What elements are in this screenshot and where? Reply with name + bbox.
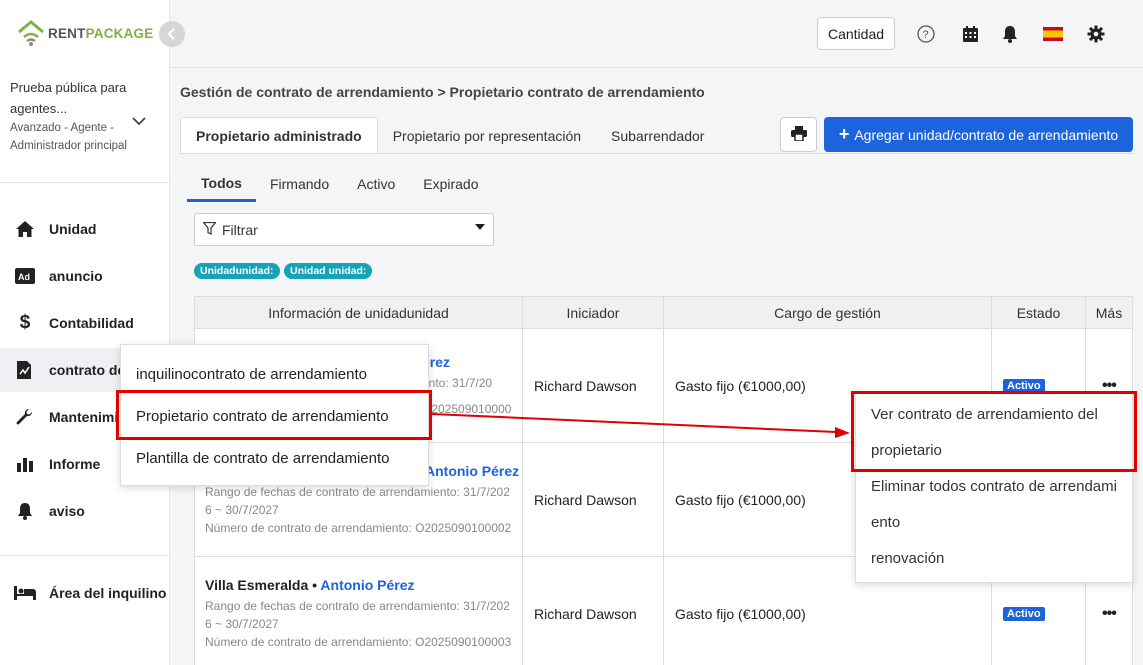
filter-tag[interactable]: Unidad unidad: [284,263,373,279]
sidebar-item-label: Área del inquilino [49,585,167,601]
ad-icon: Ad [14,265,36,287]
calendar-icon[interactable] [960,24,980,44]
svg-text:?: ? [923,29,929,41]
contract-number: O202509010000 [422,401,512,416]
more-options-menu: Ver contrato de arrendamiento del propie… [855,393,1133,583]
home-icon [14,218,36,240]
initiator-cell: Richard Dawson [523,443,664,556]
add-unit-contract-button[interactable]: + Agregar unidad/contrato de arrendamien… [824,117,1133,152]
chevron-down-icon[interactable] [132,113,146,129]
subtab-firmando[interactable]: Firmando [256,166,343,202]
sidebar: RENTPACKAGE Prueba pública para agentes.… [0,0,170,665]
wrench-icon [14,406,36,428]
sidebar-item-label: Mantenimi [49,409,119,425]
status-badge: Activo [1003,607,1045,621]
column-header: Cargo de gestión [664,297,992,328]
owner-link[interactable]: Antonio Pérez [320,577,414,593]
contract-number: Número de contrato de arrendamiento: O20… [205,520,512,535]
contract-range: Rango de fechas de contrato de arrendami… [205,484,510,517]
owner-link[interactable]: Antonio Pérez [425,463,519,479]
tabs-divider [180,153,1133,154]
initiator-cell: Richard Dawson [523,557,664,665]
column-header: Información de unidadunidad [195,297,523,328]
more-options-icon[interactable]: ••• [1102,605,1117,623]
logo[interactable]: RENTPACKAGE [16,18,153,48]
contract-number: Número de contrato de arrendamiento: O20… [205,635,512,649]
contract-range: ento: 31/7/20 [422,375,493,390]
column-header: Estado [992,297,1086,328]
sidebar-item-label: contrato de [49,362,126,378]
unit-title: Villa Esmeralda • Antonio Pérez [205,577,415,593]
sidebar-item-label: Unidad [49,221,97,237]
spain-flag-icon[interactable] [1043,24,1063,44]
menu-item-tenant-contract[interactable]: inquilinocontrato de arrendamiento [121,353,428,395]
sidebar-item-area-inquilino[interactable]: Área del inquilino [0,571,170,615]
more-options-icon[interactable]: ••• [1102,377,1117,395]
cantidad-button[interactable]: Cantidad [817,17,895,50]
subtab-todos[interactable]: Todos [187,166,256,202]
sidebar-item-label: Contabilidad [49,315,134,331]
owner-tabs: Propietario administrado Propietario por… [180,117,719,154]
divider [0,555,170,556]
logo-text: RENTPACKAGE [48,25,154,41]
column-header: Más [1095,304,1123,321]
filter-tag[interactable]: Unidadunidad: [194,263,280,279]
menu-item-contract-template[interactable]: Plantilla de contrato de arrendamiento [121,437,428,479]
wifi-house-icon [16,19,46,47]
subtab-expirado[interactable]: Expirado [409,166,492,202]
filter-dropdown[interactable]: Filtrar [194,213,494,246]
contract-submenu: inquilinocontrato de arrendamiento Propi… [120,344,429,486]
tab-subarrendador[interactable]: Subarrendador [596,117,719,154]
print-button[interactable] [780,117,817,152]
menu-item-renewal[interactable]: renovación [856,541,1132,577]
sidebar-item-anuncio[interactable]: Ad anuncio [0,254,170,298]
bell-icon [14,500,36,522]
printer-icon [790,125,807,144]
status-subtabs: Todos Firmando Activo Expirado [187,166,493,202]
header-divider [170,67,1143,68]
menu-item-owner-contract[interactable]: Propietario contrato de arrendamiento [121,395,428,437]
tab-propietario-representacion[interactable]: Propietario por representación [378,117,596,154]
filter-icon [202,221,217,238]
sidebar-item-label: aviso [49,503,85,519]
plus-icon: + [838,124,850,144]
menu-item-delete-all-contracts[interactable]: Eliminar todos contrato de arrendamiento [856,469,1132,541]
subtab-activo[interactable]: Activo [343,166,409,202]
divider [0,182,170,183]
contract-icon [14,359,36,381]
unit-info-cell: Villa Esmeralda • Antonio Pérez Rango de… [195,557,523,665]
breadcrumb: Gestión de contrato de arrendamiento > P… [180,84,705,100]
bed-icon [14,582,36,604]
help-icon[interactable]: ? [916,24,936,44]
sidebar-item-aviso[interactable]: aviso [0,489,170,533]
filter-label: Filtrar [222,221,258,238]
caret-down-icon [475,224,485,230]
sidebar-item-label: Informe [49,456,101,472]
column-header: Iniciador [523,297,664,328]
unit-name[interactable]: Villa Esmeralda [205,577,308,593]
sidebar-item-unidad[interactable]: Unidad [0,207,170,251]
settings-gear-icon[interactable] [1086,24,1106,44]
collapse-sidebar-button[interactable] [159,21,185,47]
menu-item-view-owner-contract[interactable]: Ver contrato de arrendamiento del propie… [856,394,1132,469]
add-button-label: Agregar unidad/contrato de arrendamiento [854,126,1119,143]
chart-icon [14,453,36,475]
notification-bell-icon[interactable] [1000,24,1020,44]
sidebar-item-contabilidad[interactable]: $ Contabilidad [0,301,170,345]
table-header: Información de unidadunidad Iniciador Ca… [195,297,1132,329]
status-badge: Activo [1003,378,1045,393]
svg-text:Ad: Ad [18,272,30,282]
contract-range: Rango de fechas de contrato de arrendami… [205,599,510,631]
initiator-cell: Richard Dawson [523,329,664,442]
sidebar-item-label: anuncio [49,268,103,284]
dollar-icon: $ [19,312,31,333]
tab-propietario-administrado[interactable]: Propietario administrado [180,117,378,154]
